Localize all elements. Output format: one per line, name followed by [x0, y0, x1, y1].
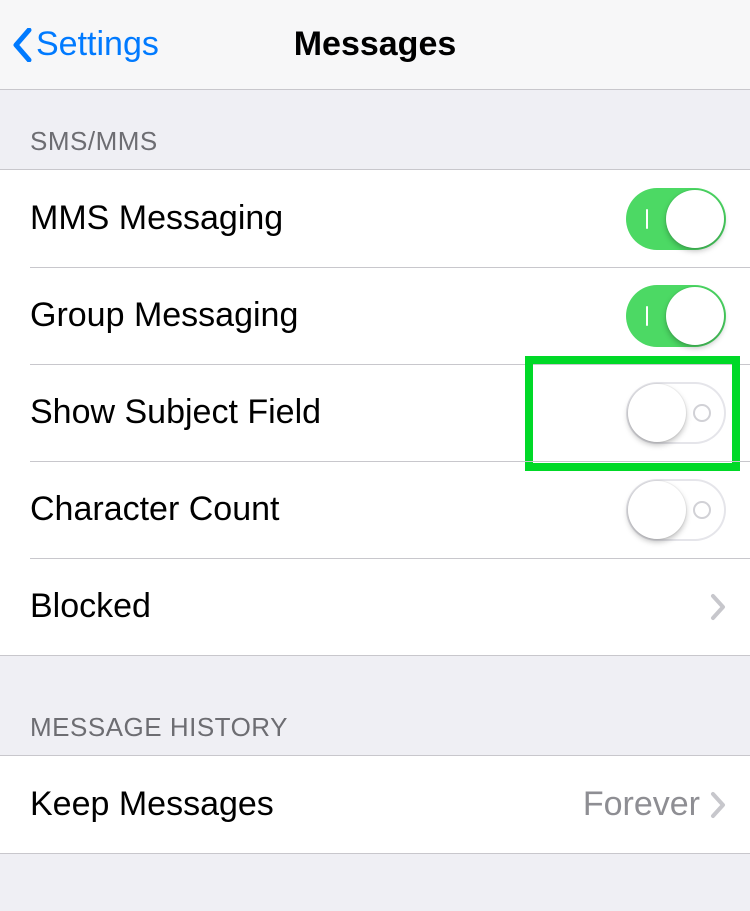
- row-label: Blocked: [30, 587, 151, 626]
- toggle-mms-messaging[interactable]: [626, 188, 726, 250]
- row-accessory: Forever: [583, 785, 726, 824]
- row-label: Character Count: [30, 490, 279, 529]
- back-button[interactable]: Settings: [12, 0, 159, 89]
- chevron-right-icon: [710, 593, 726, 621]
- settings-group-sms-mms: MMS Messaging Group Messaging Show Subje…: [0, 169, 750, 656]
- toggle-knob: [666, 287, 724, 345]
- row-mms-messaging: MMS Messaging: [0, 170, 750, 267]
- row-group-messaging: Group Messaging: [0, 267, 750, 364]
- row-show-subject-field: Show Subject Field: [0, 364, 750, 461]
- row-label: Keep Messages: [30, 785, 274, 824]
- chevron-right-icon: [710, 791, 726, 819]
- section-header-message-history: MESSAGE HISTORY: [0, 656, 750, 755]
- row-character-count: Character Count: [0, 461, 750, 558]
- toggle-knob: [666, 190, 724, 248]
- row-label: Show Subject Field: [30, 393, 321, 432]
- row-label: Group Messaging: [30, 296, 298, 335]
- row-value: Forever: [583, 785, 700, 824]
- back-label: Settings: [36, 25, 159, 64]
- toggle-group-messaging[interactable]: [626, 285, 726, 347]
- bottom-spacer: [0, 854, 750, 904]
- row-blocked[interactable]: Blocked: [0, 558, 750, 655]
- row-accessory: [710, 593, 726, 621]
- settings-group-message-history: Keep Messages Forever: [0, 755, 750, 854]
- toggle-character-count[interactable]: [626, 479, 726, 541]
- row-label: MMS Messaging: [30, 199, 283, 238]
- chevron-left-icon: [12, 28, 32, 62]
- navigation-bar: Settings Messages: [0, 0, 750, 90]
- page-title: Messages: [294, 25, 457, 64]
- toggle-show-subject-field[interactable]: [626, 382, 726, 444]
- toggle-knob: [628, 481, 686, 539]
- section-header-sms-mms: SMS/MMS: [0, 90, 750, 169]
- row-keep-messages[interactable]: Keep Messages Forever: [0, 756, 750, 853]
- toggle-knob: [628, 384, 686, 442]
